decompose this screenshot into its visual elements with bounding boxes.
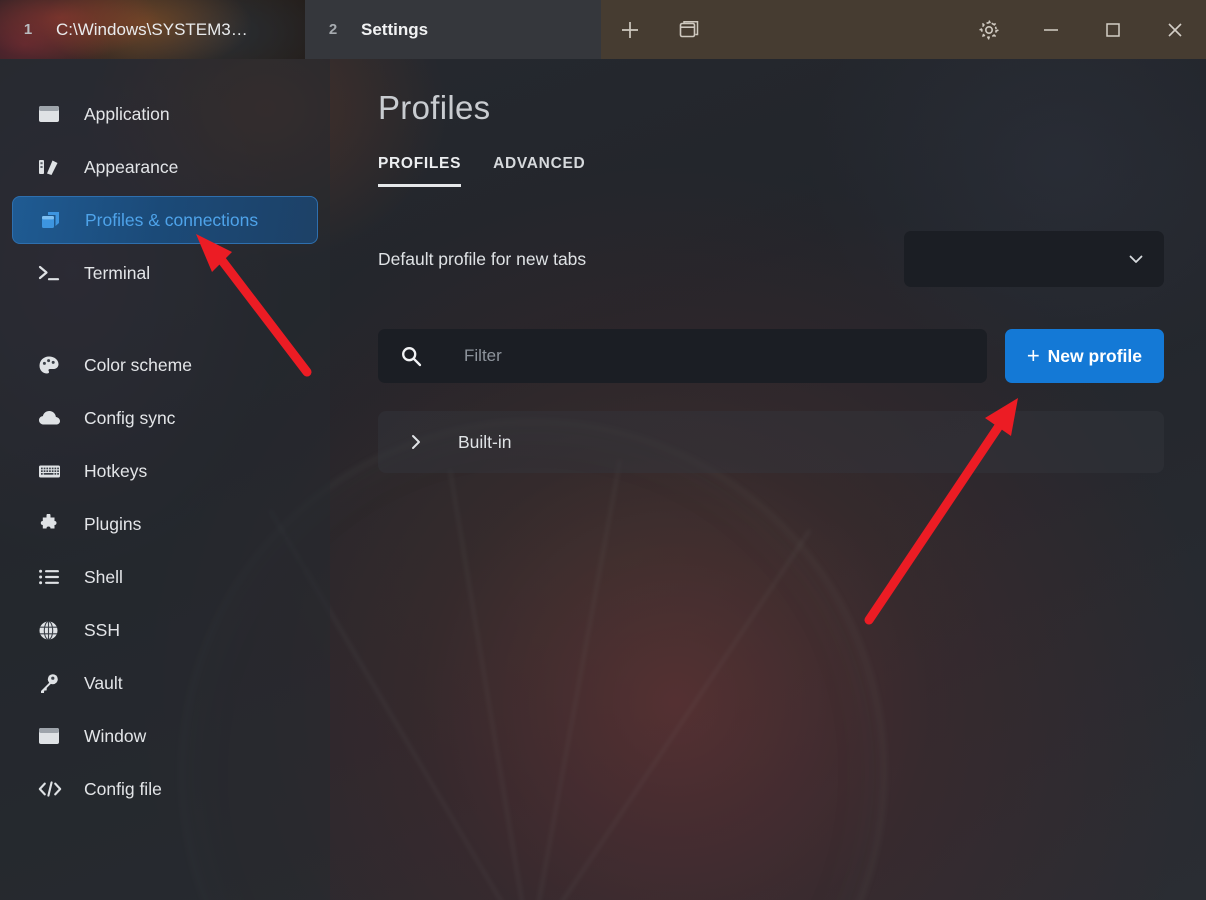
- sidebar-item-label: Config sync: [84, 407, 176, 428]
- appearance-icon: [38, 155, 68, 179]
- settings-sidebar: Application Appearance Profiles & connec…: [0, 59, 330, 900]
- split-pane-icon: [679, 20, 699, 37]
- default-profile-row: Default profile for new tabs: [378, 231, 1164, 287]
- sidebar-item-application[interactable]: Application: [12, 90, 318, 138]
- terminal-tab-1[interactable]: 1 C:\Windows\SYSTEM3…: [0, 0, 305, 59]
- search-icon: [400, 345, 428, 367]
- tab-title: Settings: [361, 19, 429, 39]
- settings-tab-2[interactable]: 2 Settings: [305, 0, 601, 59]
- close-icon: [1168, 22, 1182, 37]
- settings-gear-button[interactable]: [958, 0, 1020, 59]
- list-icon: [38, 565, 68, 589]
- title-bar: 1 C:\Windows\SYSTEM3… 2 Settings: [0, 0, 1206, 59]
- keyboard-icon: [38, 459, 68, 483]
- title-bar-tools: [601, 0, 1206, 59]
- profiles-icon: [39, 208, 69, 232]
- default-profile-label: Default profile for new tabs: [378, 248, 587, 269]
- sidebar-item-appearance[interactable]: Appearance: [12, 143, 318, 191]
- sidebar-divider-gap: [0, 302, 330, 336]
- sidebar-item-label: Color scheme: [84, 354, 192, 375]
- new-profile-button[interactable]: + New profile: [1004, 329, 1164, 383]
- split-pane-button[interactable]: [659, 0, 717, 59]
- sidebar-item-terminal[interactable]: Terminal: [12, 249, 318, 297]
- terminal-settings-window: 1 C:\Windows\SYSTEM3… 2 Settings Applica…: [0, 0, 1206, 900]
- profile-group-built-in[interactable]: Built-in: [378, 411, 1164, 473]
- key-icon: [38, 671, 68, 695]
- plus-icon: +: [1026, 343, 1040, 368]
- sidebar-item-label: Plugins: [84, 513, 142, 534]
- sidebar-item-label: Hotkeys: [84, 460, 148, 481]
- profile-group-label: Built-in: [458, 431, 512, 452]
- sidebar-item-config-file[interactable]: Config file: [12, 765, 318, 813]
- sidebar-item-label: Terminal: [84, 262, 151, 283]
- profile-group-list: Built-in: [378, 411, 1164, 473]
- sidebar-item-plugins[interactable]: Plugins: [12, 500, 318, 548]
- sidebar-item-window[interactable]: Window: [12, 712, 318, 760]
- sidebar-item-label: Application: [84, 103, 170, 124]
- sidebar-item-profiles-connections[interactable]: Profiles & connections: [12, 196, 318, 244]
- code-icon: [38, 777, 68, 801]
- palette-icon: [38, 353, 68, 377]
- sidebar-item-label: Shell: [84, 566, 123, 587]
- tab-profiles[interactable]: PROFILES: [378, 155, 462, 187]
- new-tab-button[interactable]: [601, 0, 659, 59]
- tab-index: 1: [23, 21, 33, 38]
- sidebar-item-label: SSH: [84, 619, 120, 640]
- maximize-button[interactable]: [1082, 0, 1144, 59]
- titlebar-drag-region: [717, 0, 958, 59]
- minimize-icon: [1044, 28, 1058, 31]
- chevron-down-icon: [1129, 255, 1143, 263]
- sidebar-item-color-scheme[interactable]: Color scheme: [12, 341, 318, 389]
- sidebar-item-label: Window: [84, 725, 147, 746]
- page-title: Profiles: [378, 89, 491, 126]
- content-tab-bar: PROFILES ADVANCED: [378, 155, 1164, 187]
- new-profile-label: New profile: [1047, 345, 1142, 366]
- plus-icon: [622, 21, 638, 38]
- sidebar-item-shell[interactable]: Shell: [12, 553, 318, 601]
- terminal-icon: [38, 261, 68, 285]
- window-icon: [38, 724, 68, 748]
- sidebar-item-label: Profiles & connections: [85, 209, 259, 230]
- cloud-icon: [38, 406, 68, 430]
- filter-box[interactable]: [378, 329, 987, 383]
- maximize-icon: [1106, 22, 1120, 37]
- sidebar-item-ssh[interactable]: SSH: [12, 606, 318, 654]
- globe-icon: [38, 618, 68, 642]
- sidebar-item-vault[interactable]: Vault: [12, 659, 318, 707]
- chevron-right-icon: [406, 432, 426, 452]
- application-icon: [38, 102, 68, 126]
- sidebar-item-hotkeys[interactable]: Hotkeys: [12, 447, 318, 495]
- sidebar-item-label: Vault: [84, 672, 123, 693]
- tab-title: C:\Windows\SYSTEM3…: [56, 19, 248, 39]
- settings-content: Profiles PROFILES ADVANCED Default profi…: [330, 59, 1206, 900]
- filter-input[interactable]: [464, 329, 987, 383]
- filter-row: + New profile: [378, 329, 1164, 383]
- close-button[interactable]: [1144, 0, 1206, 59]
- tab-index: 2: [328, 21, 338, 38]
- gear-icon: [979, 19, 999, 40]
- sidebar-item-label: Config file: [84, 778, 162, 799]
- default-profile-select[interactable]: [904, 231, 1164, 287]
- sidebar-item-label: Appearance: [84, 156, 179, 177]
- minimize-button[interactable]: [1020, 0, 1082, 59]
- puzzle-icon: [38, 512, 68, 536]
- tab-advanced[interactable]: ADVANCED: [493, 155, 585, 187]
- sidebar-item-config-sync[interactable]: Config sync: [12, 394, 318, 442]
